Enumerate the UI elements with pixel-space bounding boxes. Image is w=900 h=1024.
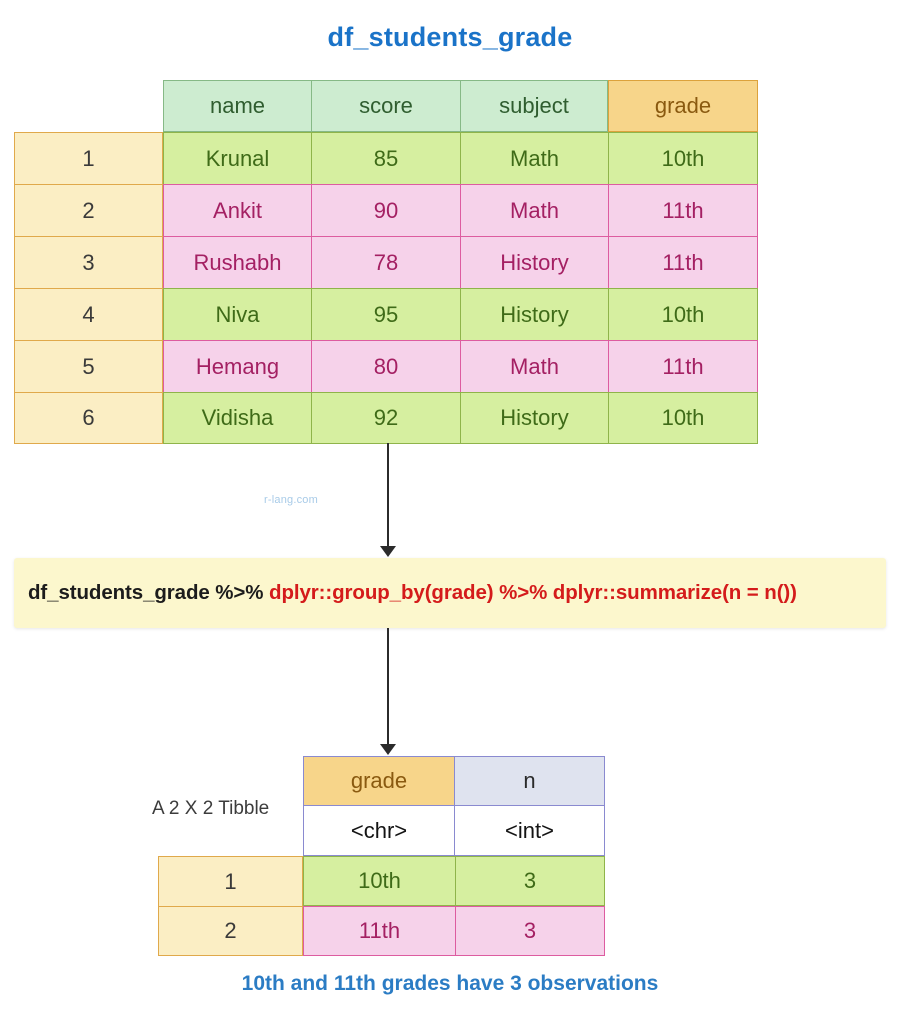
- column-header-score: score: [311, 80, 460, 132]
- cell-score: 95: [311, 288, 460, 340]
- table-row: 5 Hemang 80 Math 11th: [14, 340, 758, 392]
- header-index-blank: [14, 80, 163, 132]
- flow-arrow-down-icon: [377, 628, 399, 756]
- arrow-head: [380, 744, 396, 755]
- cell-subject: Math: [460, 340, 608, 392]
- source-dataframe-table: name score subject grade 1 Krunal 85 Mat…: [14, 80, 758, 444]
- cell-name: Hemang: [163, 340, 311, 392]
- cell-name: Krunal: [163, 132, 311, 184]
- cell-grade: 11th: [608, 340, 758, 392]
- row-index: 5: [14, 340, 163, 392]
- tibble-header-row: grade n: [158, 756, 605, 806]
- cell-subject: Math: [460, 184, 608, 236]
- row-index: 1: [14, 132, 163, 184]
- table-row: 1 Krunal 85 Math 10th: [14, 132, 758, 184]
- cell-name: Vidisha: [163, 392, 311, 444]
- tibble-type-row: <chr> <int>: [158, 806, 605, 856]
- table-row: 6 Vidisha 92 History 10th: [14, 392, 758, 444]
- arrow-shaft: [387, 443, 389, 547]
- cell-name: Ankit: [163, 184, 311, 236]
- row-index: 6: [14, 392, 163, 444]
- cell-name: Rushabh: [163, 236, 311, 288]
- arrow-head: [380, 546, 396, 557]
- page-title: df_students_grade: [327, 22, 573, 52]
- cell-score: 85: [311, 132, 460, 184]
- cell-grade: 11th: [608, 184, 758, 236]
- cell-score: 90: [311, 184, 460, 236]
- tibble-cell-grade: 11th: [303, 906, 455, 956]
- cell-subject: History: [460, 288, 608, 340]
- code-highlight-segment: dplyr::group_by(grade) %>% dplyr::summar…: [269, 581, 797, 604]
- tibble-row-index: 2: [158, 906, 303, 956]
- tibble-header-index-blank: [158, 756, 303, 806]
- arrow-shaft: [387, 628, 389, 745]
- tibble-type-n: <int>: [455, 806, 605, 856]
- cell-score: 78: [311, 236, 460, 288]
- cell-grade: 10th: [608, 392, 758, 444]
- tibble-cell-grade: 10th: [303, 856, 455, 906]
- tibble-column-header-grade: grade: [303, 756, 455, 806]
- column-header-name: name: [163, 80, 311, 132]
- tibble-row-index: 1: [158, 856, 303, 906]
- cell-subject: History: [460, 392, 608, 444]
- cell-score: 92: [311, 392, 460, 444]
- row-index: 3: [14, 236, 163, 288]
- tibble-column-header-n: n: [455, 756, 605, 806]
- cell-subject: History: [460, 236, 608, 288]
- tibble-type-grade: <chr>: [303, 806, 455, 856]
- tibble-cell-n: 3: [455, 856, 605, 906]
- result-tibble-table: grade n <chr> <int> 1 10th 3 2 11th 3: [158, 756, 605, 956]
- cell-grade: 11th: [608, 236, 758, 288]
- tibble-row: 2 11th 3: [158, 906, 605, 956]
- column-header-subject: subject: [460, 80, 608, 132]
- tibble-row: 1 10th 3: [158, 856, 605, 906]
- cell-subject: Math: [460, 132, 608, 184]
- row-index: 4: [14, 288, 163, 340]
- table-row: 3 Rushabh 78 History 11th: [14, 236, 758, 288]
- cell-score: 80: [311, 340, 460, 392]
- tibble-cell-n: 3: [455, 906, 605, 956]
- table-row: 4 Niva 95 History 10th: [14, 288, 758, 340]
- code-expression: df_students_grade %>% dplyr::group_by(gr…: [28, 581, 797, 605]
- cell-grade: 10th: [608, 132, 758, 184]
- cell-grade: 10th: [608, 288, 758, 340]
- table-header-row: name score subject grade: [14, 80, 758, 132]
- watermark: r-lang.com: [264, 494, 318, 506]
- column-header-grade: grade: [608, 80, 758, 132]
- code-plain-segment: df_students_grade %>%: [28, 581, 270, 604]
- flow-arrow-down-icon: [377, 443, 399, 558]
- code-expression-bar: df_students_grade %>% dplyr::group_by(gr…: [14, 558, 886, 628]
- row-index: 2: [14, 184, 163, 236]
- cell-name: Niva: [163, 288, 311, 340]
- summary-caption: 10th and 11th grades have 3 observations: [241, 972, 659, 995]
- tibble-type-index-blank: [158, 806, 303, 856]
- table-row: 2 Ankit 90 Math 11th: [14, 184, 758, 236]
